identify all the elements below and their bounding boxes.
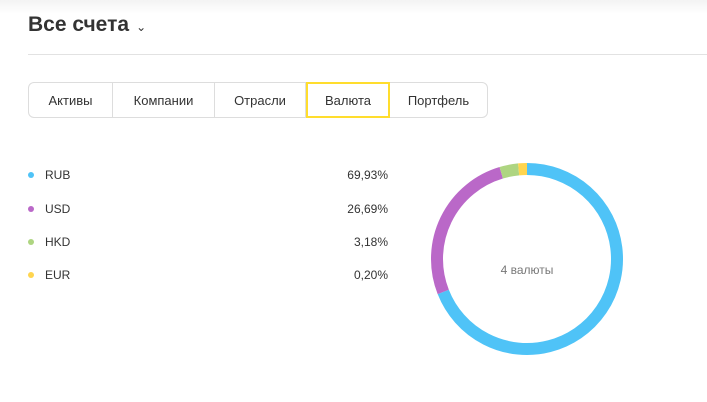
donut-center-label: 4 валюты: [500, 263, 554, 277]
donut-chart: [431, 163, 623, 355]
donut-slice-hkd[interactable]: [499, 163, 520, 179]
